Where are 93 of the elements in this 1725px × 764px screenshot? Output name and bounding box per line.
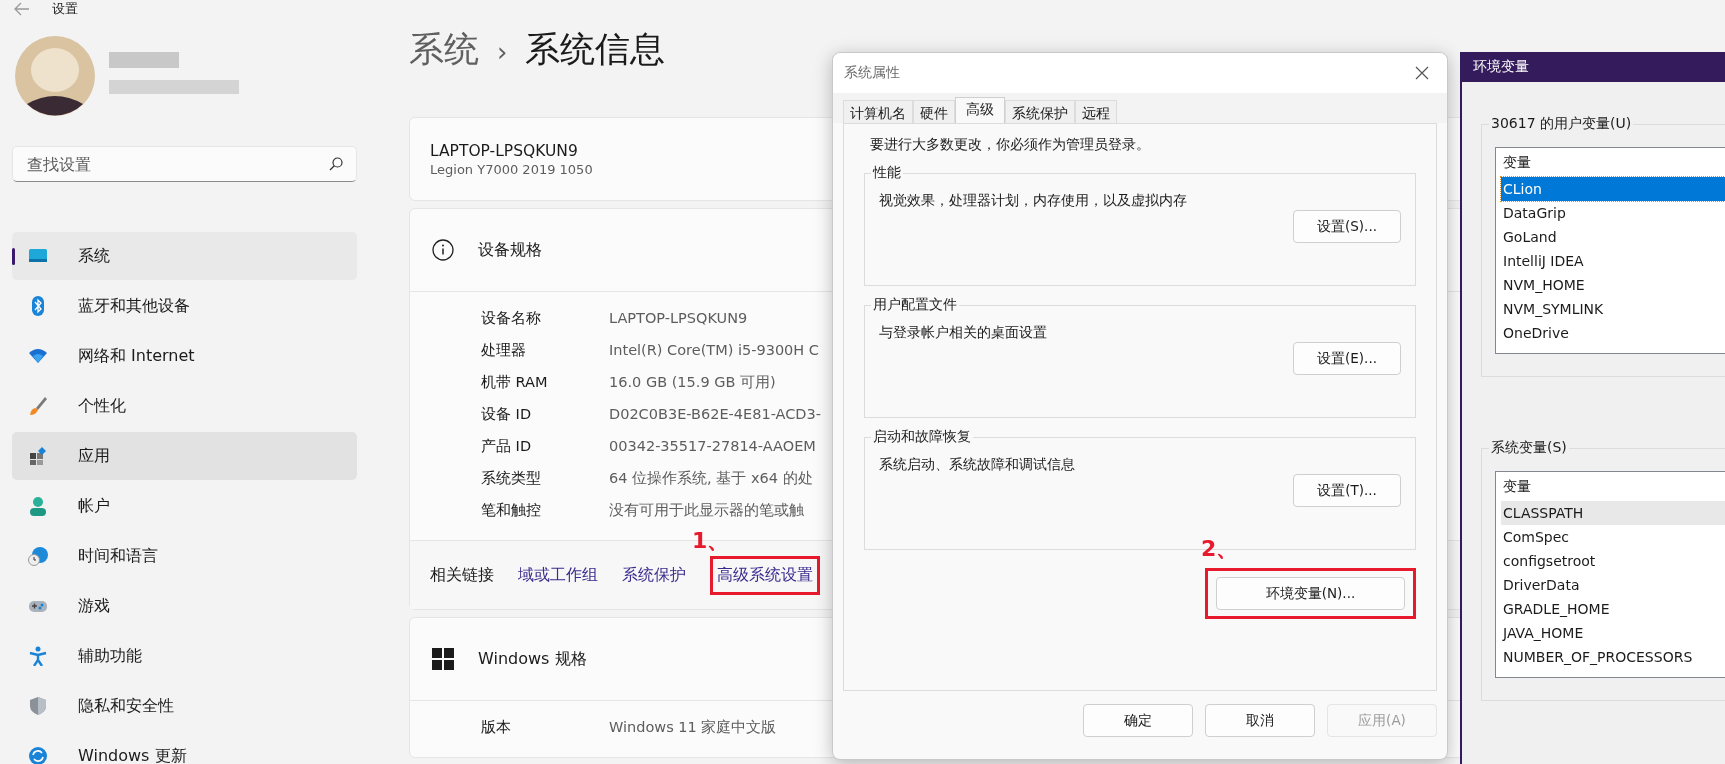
group-title: 用户配置文件 [872,296,958,314]
section-title: 设备规格 [478,239,542,261]
step-label: 1、 [692,526,730,555]
link[interactable]: 高级系统设置 [717,565,813,584]
settings-button[interactable]: 设置(S)... [1293,210,1401,243]
nav-item[interactable]: Windows 更新 [12,732,357,764]
nav-item[interactable]: 蓝牙和其他设备 [12,282,357,330]
link[interactable]: 域或工作组 [518,564,598,586]
list-row[interactable]: configsetroot [1501,549,1725,573]
spec-value: Windows 11 家庭中文版 [609,717,777,737]
spec-label: 处理器 [481,340,527,360]
spec-label: 机带 RAM [481,372,549,392]
related-links-label: 相关链接 [430,564,494,586]
accessibility-icon [28,646,48,666]
page-title: 系统信息 [525,28,666,71]
device-name: LAPTOP-LPSQKUN9 [430,141,578,160]
list-row[interactable]: DriverData [1501,573,1725,597]
nav-item[interactable]: 应用 [12,432,357,480]
spec-label: 产品 ID [481,436,533,456]
spec-value: 00342-35517-27814-AAOEM [609,438,816,454]
list-row[interactable]: NVM_HOME [1501,273,1725,297]
window-title: 环境变量 [1473,58,1529,76]
spec-value: D02C0B3E-B62E-4E81-ACD3- [609,406,821,422]
environment-variables-button[interactable]: 环境变量(N)... [1216,577,1405,610]
refresh-icon [28,746,48,764]
column-header[interactable]: 变量 [1501,477,1531,496]
tab[interactable]: 硬件 [913,100,955,123]
close-icon [1415,66,1429,80]
list-row[interactable]: ComSpec [1501,525,1725,549]
step-label: 2、 [1201,535,1239,563]
settings-button[interactable]: 设置(T)... [1293,474,1401,507]
list-row[interactable]: JAVA_HOME [1501,621,1725,645]
spec-label: 系统类型 [481,468,542,488]
nav-item[interactable]: 个性化 [12,382,357,430]
nav-item[interactable]: 时间和语言 [12,532,357,580]
list-row[interactable]: NVM_SYMLINK [1501,297,1725,321]
window-title: 系统属性 [844,64,900,82]
list-row[interactable]: IntelliJ IDEA [1501,249,1725,273]
spec-value: Intel(R) Core(TM) i5-9300H C [609,342,819,358]
tab[interactable]: 高级 [955,97,1005,123]
nav-item[interactable]: 网络和 Internet [12,332,357,380]
section-title: Windows 规格 [478,648,587,670]
group-title: 启动和故障恢复 [872,428,972,446]
tab[interactable]: 计算机名 [843,100,913,123]
spec-value: 16.0 GB (15.9 GB 可用) [609,372,776,392]
person-icon [28,496,48,516]
link[interactable]: 系统保护 [622,564,686,586]
settings-button[interactable]: 设置(E)... [1293,342,1401,375]
globe-clock-icon [28,546,48,566]
tab[interactable]: 远程 [1075,100,1117,123]
list-row[interactable]: OneDrive [1501,321,1725,345]
dialog-button[interactable]: 取消 [1205,704,1315,737]
spec-value: LAPTOP-LPSQKUN9 [609,310,748,326]
dialog-button[interactable]: 确定 [1083,704,1193,737]
spec-value: 没有可用于此显示器的笔或触 [609,500,804,520]
device-model: Legion Y7000 2019 1050 [430,161,593,177]
list-row[interactable]: DataGrip [1501,201,1725,225]
group-description: 与登录帐户相关的桌面设置 [879,324,1048,342]
group-description: 视觉效果，处理器计划，内存使用，以及虚拟内存 [879,192,1188,210]
search-icon [329,157,343,171]
nav-item[interactable]: 辅助功能 [12,632,357,680]
list-row[interactable]: CLion [1501,177,1725,201]
search-field[interactable]: 查找设置 [12,146,357,182]
spec-label: 版本 [481,717,512,737]
list-row[interactable]: CLASSPATH [1501,501,1725,525]
group-title: 系统变量(S) [1490,439,1568,457]
breadcrumb-separator: › [497,37,508,67]
nav-item[interactable]: 游戏 [12,582,357,630]
brush-icon [28,396,48,416]
apps-icon [28,446,48,466]
back-arrow-icon [14,2,30,16]
column-header[interactable]: 变量 [1501,153,1531,172]
avatar-icon [15,36,95,116]
breadcrumb-link[interactable]: 系统 [409,26,479,73]
list-row[interactable]: GoLand [1501,225,1725,249]
spec-value: 64 位操作系统, 基于 x64 的处 [609,468,813,488]
shield-icon [28,696,48,716]
nav-item[interactable]: 系统 [12,232,357,280]
notice-text: 要进行大多数更改，你必须作为管理员登录。 [870,136,1151,154]
tab[interactable]: 系统保护 [1005,100,1075,123]
list-row[interactable]: NUMBER_OF_PROCESSORS [1501,645,1725,669]
group-title: 30617 的用户变量(U) [1490,115,1633,133]
group-title: 性能 [871,164,902,182]
nav-item[interactable]: 隐私和安全性 [12,682,357,730]
info-icon [432,239,454,261]
spec-label: 设备名称 [481,308,542,328]
window-title: 设置 [52,0,78,18]
windows-logo-icon [432,648,454,670]
list-row[interactable]: GRADLE_HOME [1501,597,1725,621]
group-description: 系统启动、系统故障和调试信息 [879,456,1076,474]
nav-item[interactable]: 帐户 [12,482,357,530]
spec-label: 设备 ID [481,404,533,424]
spec-label: 笔和触控 [481,500,542,520]
